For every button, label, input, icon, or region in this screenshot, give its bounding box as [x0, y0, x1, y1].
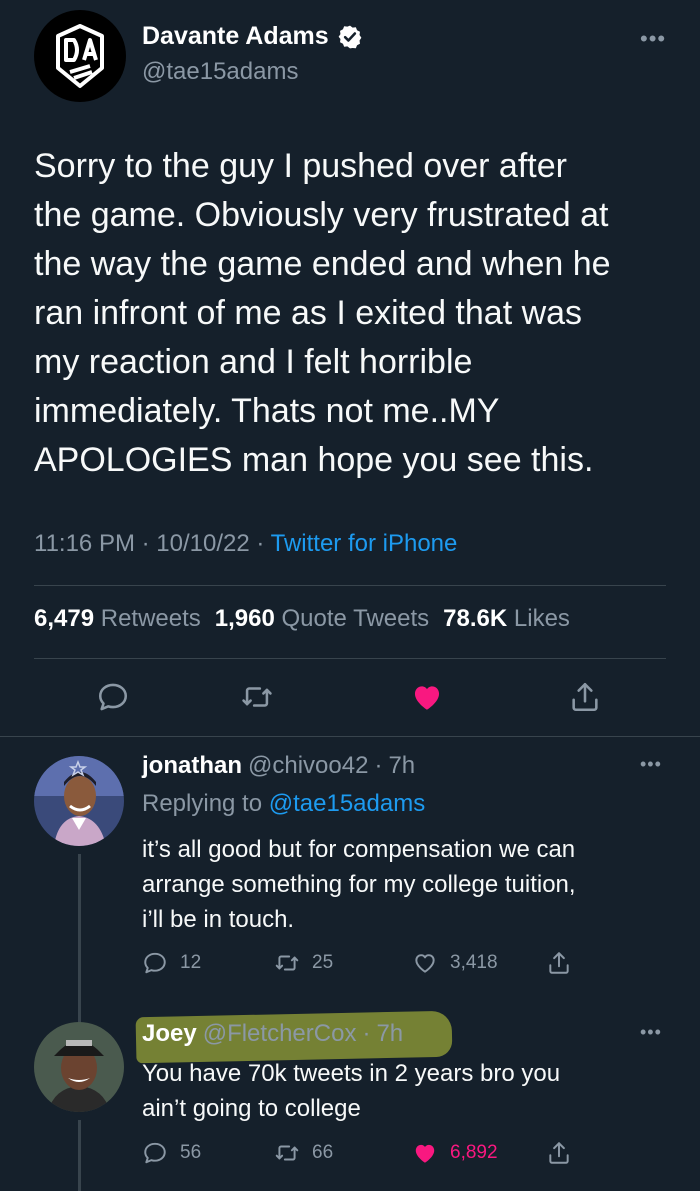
retweets-stat[interactable]: 6,479 Retweets [34, 605, 201, 633]
tweet-actions [0, 678, 700, 718]
reply-icon[interactable] [96, 680, 130, 714]
share-icon [549, 952, 569, 974]
more-options-icon[interactable]: ••• [640, 754, 662, 775]
thread-line [78, 854, 81, 1024]
reply-actions: 56 66 6,892 [142, 1140, 582, 1170]
reply-icon [144, 952, 166, 974]
quotes-count: 1,960 [214, 605, 275, 632]
author-handle[interactable]: @tae15adams [142, 58, 298, 86]
retweet-count: 66 [312, 1142, 334, 1163]
tweet-source-link[interactable]: Twitter for iPhone [271, 530, 458, 557]
reply-author-name[interactable]: jonathan [142, 752, 242, 780]
retweets-count: 6,479 [34, 605, 95, 632]
likes-stat[interactable]: 78.6K Likes [443, 605, 570, 633]
avatar-photo-icon [34, 756, 124, 846]
reply-text: it’s all good but for compensation we ca… [142, 836, 576, 933]
reply-author-handle[interactable]: @FletcherCox [203, 1020, 357, 1048]
replying-to-label: Replying to [142, 790, 263, 817]
divider [0, 736, 700, 737]
verified-badge-icon [338, 25, 362, 48]
tweet-time: 11:16 PM [34, 530, 135, 557]
reply-share-button[interactable] [546, 1140, 572, 1166]
reply-age: 7h [388, 752, 416, 779]
reply-count: 12 [180, 952, 202, 973]
retweet-icon[interactable] [240, 680, 274, 714]
tweet-text: Sorry to the guy I pushed over after the… [34, 147, 611, 479]
reply-header: Joey @FletcherCox · 7h [142, 1020, 403, 1048]
retweet-icon [275, 955, 299, 971]
retweet-count: 25 [312, 952, 334, 973]
tweet-stats: 6,479 Retweets 1,960 Quote Tweets 78.6K … [34, 605, 570, 633]
da-logo-icon [36, 12, 124, 100]
replying-to-handle[interactable]: @tae15adams [269, 790, 425, 817]
like-icon [415, 954, 435, 973]
reply-like-button[interactable]: 6,892 [412, 1140, 498, 1166]
author-avatar[interactable] [34, 10, 126, 102]
retweet-icon [275, 1145, 299, 1161]
reply-avatar-jonathan[interactable] [34, 756, 124, 846]
reply-reply-button[interactable]: 12 [142, 950, 201, 976]
reply-text: You have 70k tweets in 2 years bro you a… [142, 1060, 561, 1122]
more-options-icon[interactable]: ••• [640, 26, 666, 52]
reply-retweet-button[interactable]: 66 [274, 1140, 333, 1166]
quotes-label: Quote Tweets [281, 605, 430, 632]
meta-separator: · [256, 530, 265, 557]
meta-separator: · [362, 1020, 371, 1047]
avatar-photo-icon [34, 1022, 124, 1112]
reply-avatar-joey[interactable] [34, 1022, 124, 1112]
reply-count: 56 [180, 1142, 202, 1163]
like-count: 6,892 [450, 1142, 498, 1163]
like-icon-filled[interactable] [410, 680, 444, 714]
reply-age: 7h [376, 1020, 404, 1047]
tweet-date: 10/10/22 [156, 530, 250, 557]
like-count: 3,418 [450, 952, 498, 973]
like-icon-filled [415, 1144, 435, 1163]
share-icon[interactable] [568, 680, 602, 714]
likes-count: 78.6K [443, 605, 508, 632]
reply-icon [144, 1142, 166, 1164]
quotes-stat[interactable]: 1,960 Quote Tweets [215, 605, 429, 633]
divider [34, 658, 666, 659]
reply-author-handle[interactable]: @chivoo42 [248, 752, 368, 780]
likes-label: Likes [513, 605, 570, 632]
meta-separator: · [141, 530, 150, 557]
reply-like-button[interactable]: 3,418 [412, 950, 498, 976]
author-name-row[interactable]: Davante Adams [142, 22, 363, 51]
thread-line [78, 1120, 81, 1191]
reply-retweet-button[interactable]: 25 [274, 950, 333, 976]
divider [34, 585, 666, 586]
reply-reply-button[interactable]: 56 [142, 1140, 201, 1166]
retweets-label: Retweets [100, 605, 201, 632]
reply-actions: 12 25 3,418 [142, 950, 582, 980]
share-icon [549, 1142, 569, 1164]
replying-to: Replying to @tae15adams [142, 790, 425, 818]
meta-separator: · [374, 752, 383, 779]
author-name[interactable]: Davante Adams [142, 22, 329, 51]
reply-share-button[interactable] [546, 950, 572, 976]
tweet-meta: 11:16 PM · 10/10/22 · Twitter for iPhone [34, 530, 457, 558]
reply-author-name[interactable]: Joey [142, 1020, 197, 1048]
more-options-icon[interactable]: ••• [640, 1022, 662, 1043]
reply-header: jonathan @chivoo42 · 7h [142, 752, 415, 780]
